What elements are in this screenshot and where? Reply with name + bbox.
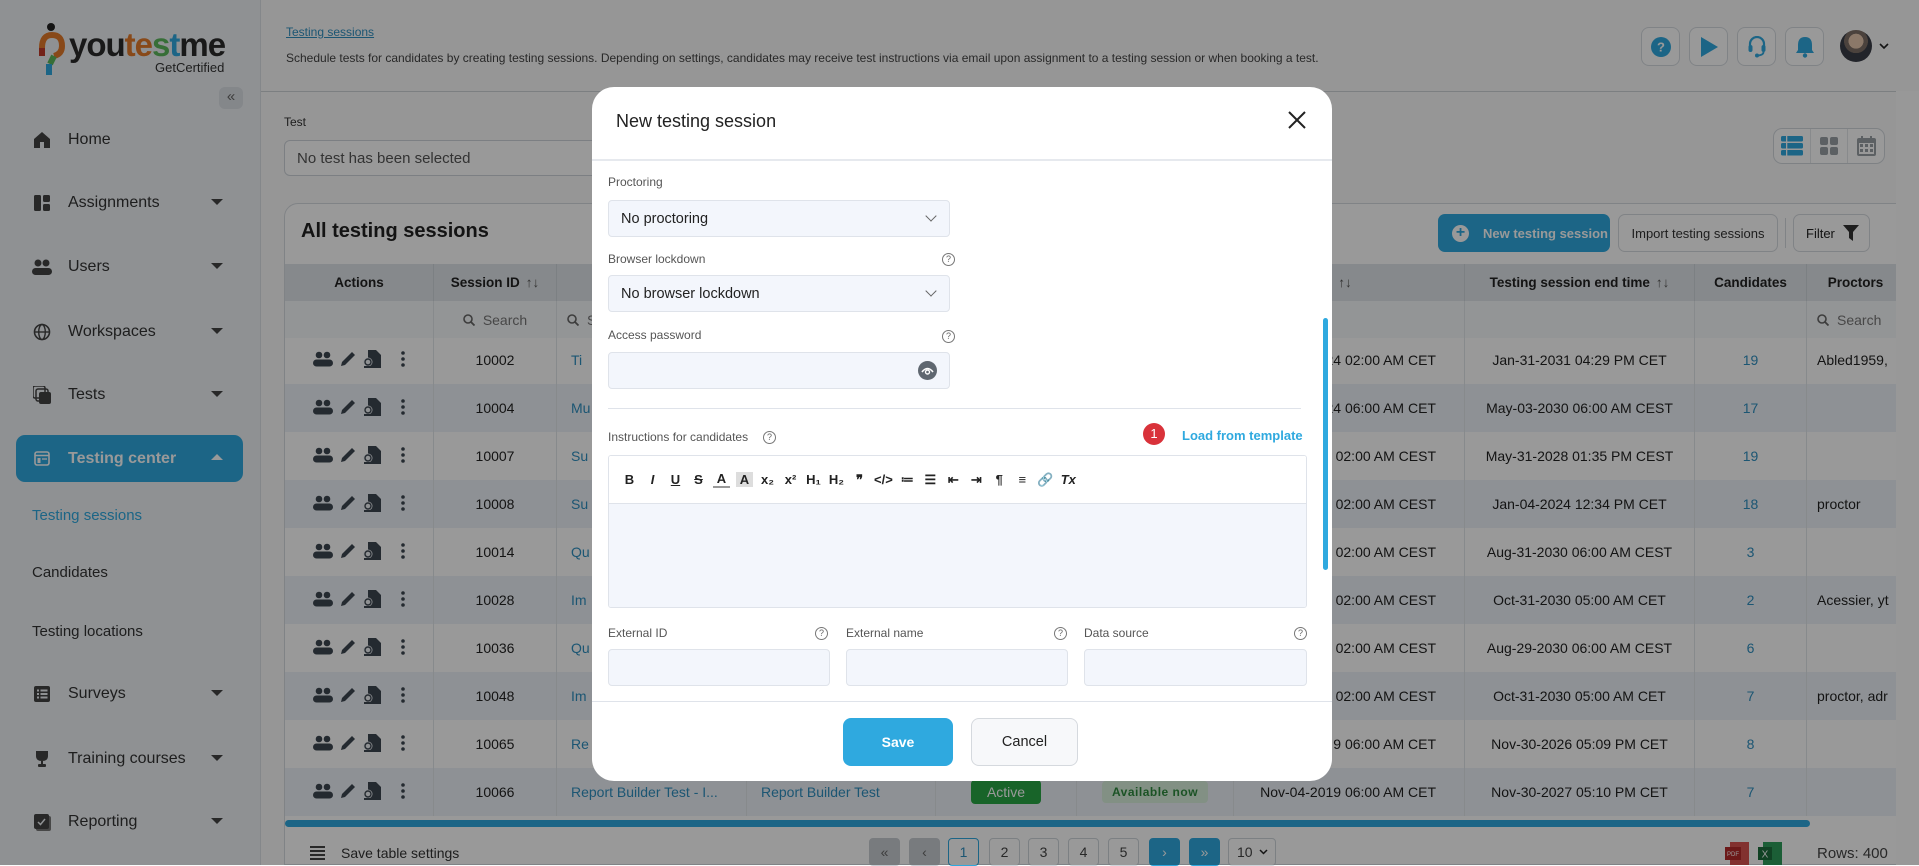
help-circle-icon[interactable]: ?: [942, 330, 955, 343]
save-button[interactable]: Save: [843, 718, 953, 766]
strike-icon[interactable]: S: [690, 472, 707, 487]
align-icon[interactable]: ≡: [1014, 472, 1031, 487]
section-divider: [608, 408, 1301, 409]
outdent-icon[interactable]: ⇤: [945, 472, 962, 488]
data-source-input[interactable]: [1084, 649, 1307, 686]
step-badge: 1: [1143, 423, 1165, 445]
help-circle-icon[interactable]: ?: [815, 627, 828, 640]
browser-lockdown-select[interactable]: No browser lockdown: [608, 275, 950, 312]
data-source-label: Data source: [1084, 626, 1149, 640]
blockquote-icon[interactable]: ❞: [851, 472, 868, 488]
underline-icon[interactable]: U: [667, 472, 684, 487]
load-from-template-link[interactable]: Load from template: [1182, 428, 1303, 443]
new-testing-session-dialog: New testing session Proctoring No procto…: [592, 87, 1332, 781]
access-password-label: Access password: [608, 328, 702, 342]
link-icon[interactable]: 🔗: [1037, 472, 1054, 488]
dialog-title: New testing session: [616, 111, 777, 131]
dialog-header-divider: [592, 159, 1332, 161]
instructions-textarea[interactable]: [609, 504, 1306, 607]
external-id-label: External ID: [608, 626, 668, 640]
subscript-icon[interactable]: x₂: [759, 472, 776, 487]
ordered-list-icon[interactable]: ≔: [899, 472, 916, 488]
background-color-icon[interactable]: A: [736, 472, 753, 487]
help-circle-icon[interactable]: ?: [1054, 627, 1067, 640]
code-icon[interactable]: </>: [874, 472, 893, 487]
cancel-button[interactable]: Cancel: [971, 718, 1078, 766]
superscript-icon[interactable]: x²: [782, 472, 799, 487]
bold-icon[interactable]: B: [621, 472, 638, 487]
dialog-footer-divider: [592, 701, 1332, 702]
help-circle-icon[interactable]: ?: [763, 431, 776, 444]
chevron-down-icon: [925, 210, 937, 222]
help-circle-icon[interactable]: ?: [942, 253, 955, 266]
indent-icon[interactable]: ⇥: [968, 472, 985, 488]
close-icon[interactable]: [1284, 107, 1310, 133]
text-color-icon[interactable]: A: [713, 471, 730, 488]
proctoring-value: No proctoring: [621, 211, 709, 227]
instructions-label: Instructions for candidates: [608, 430, 749, 444]
clear-format-icon[interactable]: Tx: [1060, 472, 1077, 487]
browser-lockdown-label: Browser lockdown: [608, 252, 706, 266]
direction-icon[interactable]: ¶: [991, 472, 1008, 487]
help-circle-icon[interactable]: ?: [1294, 627, 1307, 640]
dialog-scrollbar[interactable]: [1323, 318, 1328, 570]
external-id-input[interactable]: [608, 649, 830, 686]
proctoring-label: Proctoring: [608, 175, 663, 189]
eye-icon[interactable]: [918, 361, 937, 380]
browser-lockdown-value: No browser lockdown: [621, 286, 760, 302]
access-password-input[interactable]: [608, 352, 950, 389]
editor-toolbar: B I U S A Ax₂ x² H₁ H₂ ❞ </> ≔ ☰ ⇤ ⇥ ¶ ≡ 🔗 Tx: [609, 456, 1306, 504]
bullet-list-icon[interactable]: ☰: [922, 472, 939, 488]
external-name-input[interactable]: [846, 649, 1068, 686]
external-name-label: External name: [846, 626, 924, 640]
heading-1-icon[interactable]: H₁: [805, 472, 822, 487]
heading-2-icon[interactable]: H₂: [828, 472, 845, 487]
instructions-editor: B I U S A Ax₂ x² H₁ H₂ ❞ </> ≔ ☰ ⇤ ⇥ ¶ ≡ 🔗 Tx: [608, 455, 1307, 608]
italic-icon[interactable]: I: [644, 472, 661, 487]
chevron-down-icon: [925, 285, 937, 297]
proctoring-select[interactable]: No proctoring: [608, 200, 950, 237]
